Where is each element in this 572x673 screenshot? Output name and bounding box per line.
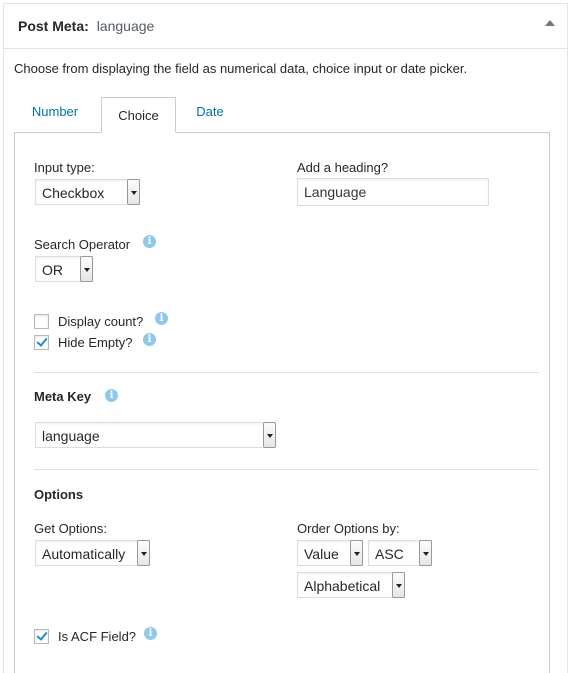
options-heading: Options	[34, 487, 84, 502]
meta-key-label: Meta Key	[34, 389, 92, 404]
panel-title-label: Post Meta:	[18, 18, 89, 34]
description-text: Choose from displaying the field as nume…	[14, 61, 468, 76]
order-options-label: Order Options by:	[297, 521, 400, 536]
search-operator-select[interactable]: OR	[35, 256, 93, 282]
input-type-label: Input type:	[34, 160, 95, 175]
chevron-down-icon	[127, 179, 140, 205]
panel-title: Post Meta: language	[18, 18, 154, 34]
meta-key-select[interactable]: language	[35, 422, 276, 448]
input-type-select[interactable]: Checkbox	[35, 179, 140, 205]
meta-key-value: language	[42, 428, 100, 444]
order-type-value: Alphabetical	[304, 578, 381, 594]
panel-header[interactable]: Post Meta: language	[4, 4, 567, 49]
order-type-select[interactable]: Alphabetical	[297, 572, 405, 598]
search-operator-label: Search Operator	[34, 237, 131, 252]
divider	[34, 469, 539, 470]
is-acf-checkbox[interactable]	[34, 629, 49, 644]
info-icon[interactable]: i	[144, 627, 157, 640]
chevron-down-icon	[350, 540, 363, 566]
chevron-down-icon	[137, 540, 150, 566]
collapse-arrow-icon[interactable]	[545, 20, 555, 26]
order-direction-value: ASC	[375, 546, 404, 562]
heading-input[interactable]	[304, 184, 474, 200]
divider	[34, 372, 539, 373]
heading-field[interactable]	[297, 178, 489, 206]
info-icon[interactable]: i	[155, 312, 168, 325]
chevron-down-icon	[263, 422, 276, 448]
heading-label: Add a heading?	[297, 160, 389, 175]
search-operator-value: OR	[42, 262, 63, 278]
order-direction-select[interactable]: ASC	[368, 540, 432, 566]
is-acf-label: Is ACF Field?	[58, 629, 137, 644]
chevron-down-icon	[80, 256, 93, 282]
panel-field-name: language	[96, 18, 155, 34]
info-icon[interactable]: i	[143, 235, 156, 248]
input-type-value: Checkbox	[42, 185, 105, 201]
info-icon[interactable]: i	[105, 389, 118, 402]
chevron-down-icon	[419, 540, 432, 566]
chevron-down-icon	[392, 572, 405, 598]
tab-choice[interactable]: Choice	[101, 97, 176, 133]
display-count-label: Display count?	[58, 314, 144, 329]
get-options-select[interactable]: Automatically	[35, 540, 150, 566]
info-icon[interactable]: i	[143, 333, 156, 346]
get-options-value: Automatically	[42, 546, 126, 562]
order-by-select[interactable]: Value	[297, 540, 363, 566]
get-options-label: Get Options:	[34, 521, 107, 536]
order-by-value: Value	[304, 546, 339, 562]
display-count-checkbox[interactable]	[34, 314, 49, 329]
tab-number[interactable]: Number	[20, 94, 90, 130]
choice-tab-panel	[14, 132, 550, 673]
hide-empty-label: Hide Empty?	[58, 335, 133, 350]
hide-empty-checkbox[interactable]	[34, 335, 49, 350]
tab-date[interactable]: Date	[186, 94, 234, 130]
